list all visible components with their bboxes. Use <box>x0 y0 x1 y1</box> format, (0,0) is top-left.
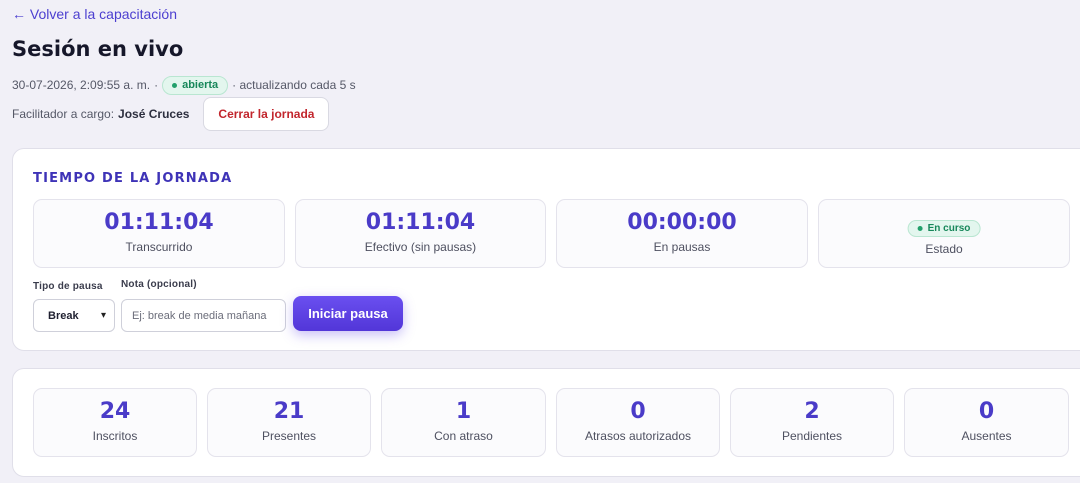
stat-late: 1 Con atraso <box>381 388 546 457</box>
status-badge: abierta <box>162 75 229 95</box>
stat-absent: 0 Ausentes <box>904 388 1069 457</box>
elapsed-label: Transcurrido <box>125 240 193 254</box>
attendance-stats-card: 24 Inscritos 21 Presentes 1 Con atraso 0… <box>12 368 1080 477</box>
session-meta: 30-07-2026, 2:09:55 a. m. · abierta · ac… <box>12 74 356 96</box>
note-label: Nota (opcional) <box>121 279 197 290</box>
effective-box: 01:11:04 Efectivo (sin pausas) <box>295 199 546 268</box>
stat-label: Inscritos <box>92 429 138 443</box>
stat-label: Pendientes <box>781 429 843 443</box>
status-badge-label: abierta <box>182 79 219 91</box>
page-title: Sesión en vivo <box>12 37 184 61</box>
stat-enrolled: 24 Inscritos <box>33 388 197 457</box>
stat-label: Ausentes <box>961 429 1012 443</box>
paused-box: 00:00:00 En pausas <box>556 199 808 268</box>
session-datetime: 30-07-2026, 2:09:55 a. m. <box>12 78 151 92</box>
stat-value: 24 <box>99 399 131 424</box>
start-pause-button[interactable]: Iniciar pausa <box>293 296 403 331</box>
chevron-down-icon: ▾ <box>100 310 106 321</box>
running-badge-label: En curso <box>927 223 971 234</box>
pause-type-value: Break <box>48 309 79 322</box>
pause-type-select[interactable]: Break ▾ <box>33 299 115 332</box>
facilitator-row: Facilitador a cargo: José Cruces Cerrar … <box>12 97 330 131</box>
status-label: Estado <box>925 242 963 256</box>
effective-value: 01:11:04 <box>365 210 476 235</box>
stat-label: Con atraso <box>434 429 493 443</box>
status-dot-icon <box>172 82 178 88</box>
stat-pending: 2 Pendientes <box>730 388 894 457</box>
stat-value: 0 <box>978 399 995 424</box>
paused-value: 00:00:00 <box>627 210 737 235</box>
stat-value: 21 <box>273 399 305 424</box>
stat-label: Presentes <box>261 429 317 443</box>
effective-label: Efectivo (sin pausas) <box>364 240 477 254</box>
refresh-text: · actualizando cada 5 s <box>232 78 356 92</box>
separator: · <box>154 78 159 92</box>
status-box: En curso Estado <box>818 199 1070 268</box>
session-time-card: TIEMPO DE LA JORNADA 01:11:04 Transcurri… <box>12 148 1080 351</box>
elapsed-box: 01:11:04 Transcurrido <box>33 199 285 268</box>
stat-authorized-late: 0 Atrasos autorizados <box>556 388 720 457</box>
pause-type-label: Tipo de pausa <box>33 281 103 292</box>
facilitator-label: Facilitador a cargo: <box>12 107 115 121</box>
close-session-button[interactable]: Cerrar la jornada <box>203 97 330 131</box>
facilitator-name: José Cruces <box>118 107 190 121</box>
stat-present: 21 Presentes <box>207 388 371 457</box>
running-dot-icon <box>917 226 923 231</box>
elapsed-value: 01:11:04 <box>104 210 214 235</box>
stat-label: Atrasos autorizados <box>584 429 692 443</box>
running-badge: En curso <box>907 220 981 237</box>
stat-value: 1 <box>455 399 472 424</box>
back-link[interactable]: ← Volver a la capacitación <box>12 6 177 22</box>
stat-value: 0 <box>630 399 646 424</box>
note-input[interactable] <box>121 299 286 332</box>
stat-value: 2 <box>804 399 820 424</box>
paused-label: En pausas <box>653 240 711 254</box>
section-title: TIEMPO DE LA JORNADA <box>33 171 233 186</box>
